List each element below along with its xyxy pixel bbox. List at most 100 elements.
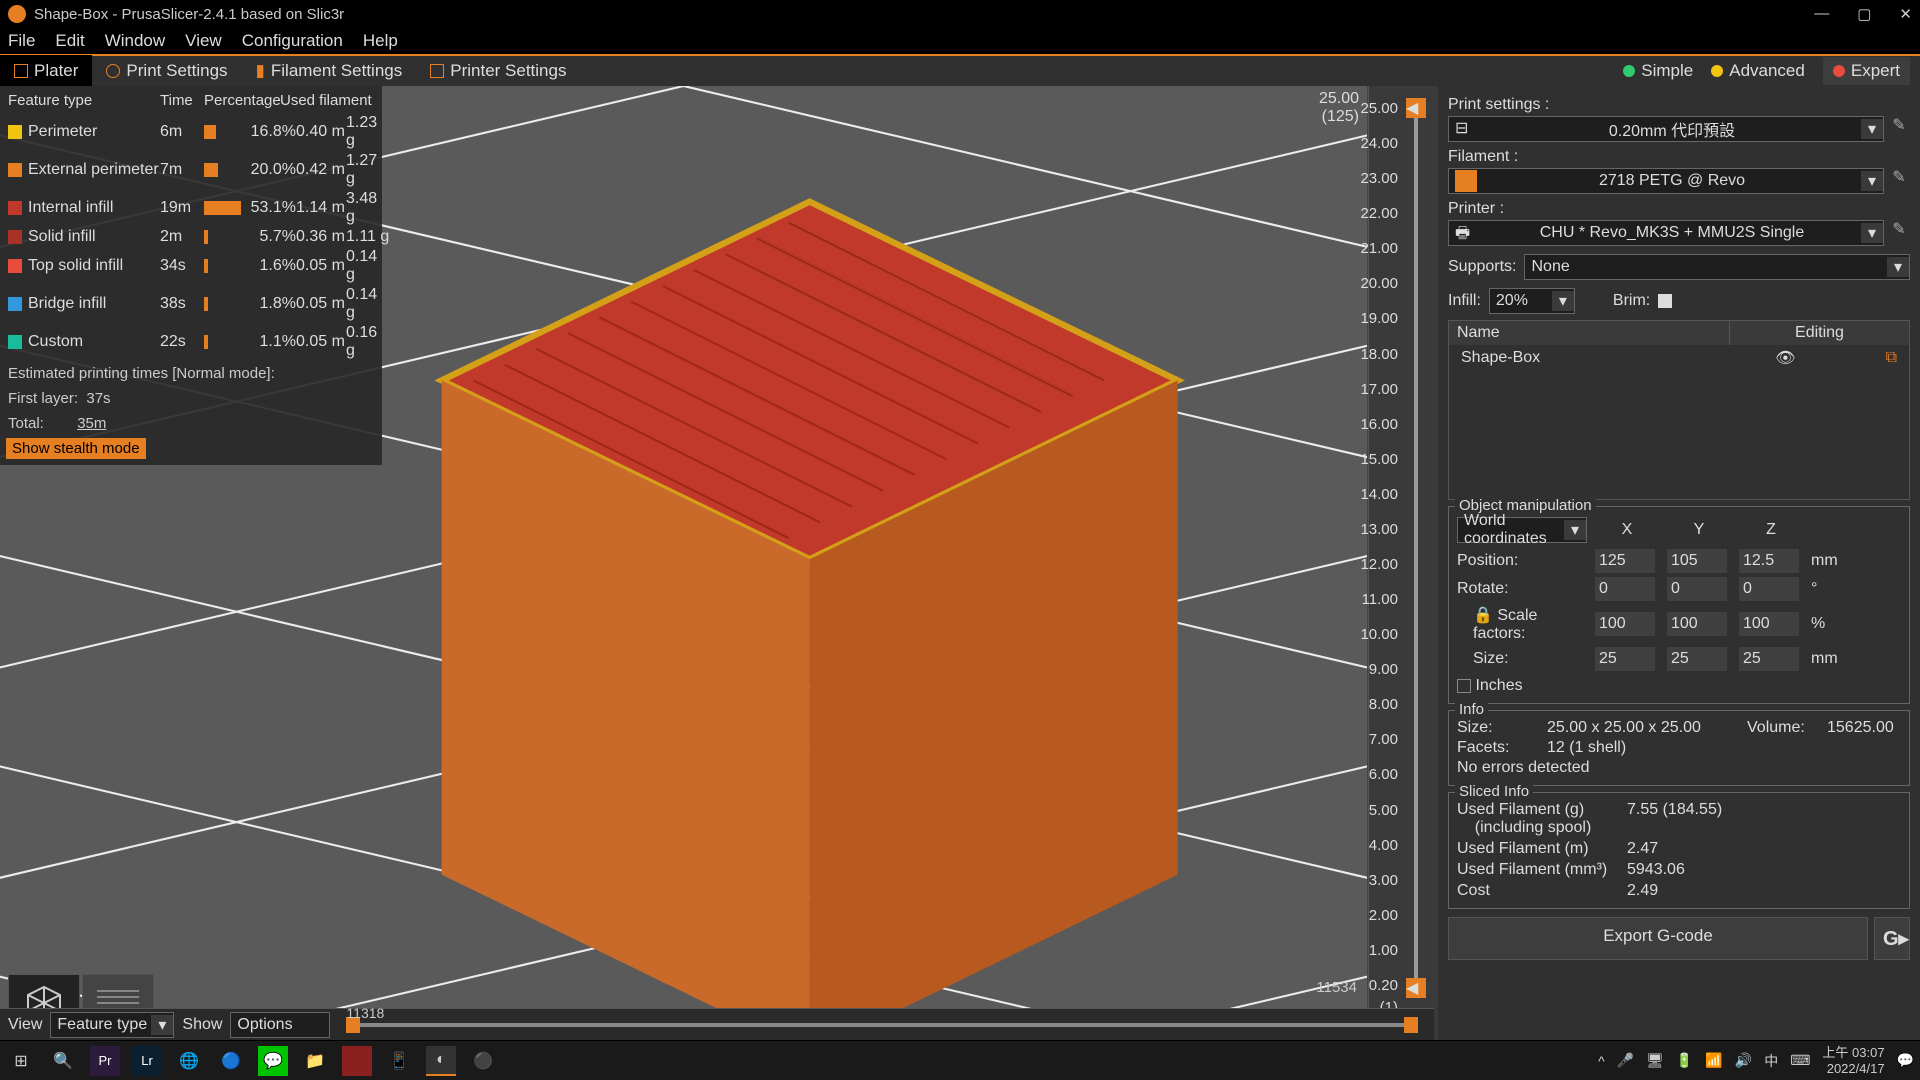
minimize-button[interactable]: — [1814, 5, 1829, 23]
tray-display-icon[interactable]: 🖥 [1646, 1052, 1664, 1069]
tray-volume-icon[interactable]: 🔊 [1735, 1052, 1752, 1069]
coords-select[interactable]: World coordinates▾ [1457, 517, 1587, 543]
brim-checkbox[interactable] [1658, 294, 1672, 308]
menu-edit[interactable]: Edit [55, 31, 84, 51]
printer-select[interactable]: 🖶 CHU * Revo_MK3S + MMU2S Single▾ [1448, 220, 1884, 246]
size-z[interactable] [1739, 647, 1799, 671]
legend-row[interactable]: Bridge infill38s1.8%0.05 m0.14 g [4, 285, 378, 323]
slider-end-value: 11534 [1316, 979, 1357, 996]
legend-row[interactable]: Solid infill2m5.7%0.36 m1.11 g [4, 227, 378, 247]
object-row[interactable]: Shape-Box 👁 ⧉ [1449, 345, 1909, 371]
filament-select[interactable]: 2718 PETG @ Revo▾ [1448, 168, 1884, 194]
app-icon-2[interactable] [342, 1046, 372, 1076]
premiere-icon[interactable]: Pr [90, 1046, 120, 1076]
size-x[interactable] [1595, 647, 1655, 671]
col-pct: Percentage [204, 92, 280, 109]
lightroom-icon[interactable]: Lr [132, 1046, 162, 1076]
printer-icon: 🖶 [1455, 222, 1477, 244]
menu-help[interactable]: Help [363, 31, 398, 51]
tab-filament-settings[interactable]: ▮Filament Settings [242, 55, 417, 87]
toolbar: Plater Print Settings ▮Filament Settings… [0, 54, 1920, 86]
right-panel: Print settings : ⊟ 0.20mm 代印預設▾ ✎ Filame… [1438, 86, 1920, 1040]
scale-y[interactable] [1667, 612, 1727, 636]
inches-checkbox[interactable] [1457, 679, 1471, 693]
print-settings-select[interactable]: ⊟ 0.20mm 代印預設▾ [1448, 116, 1884, 142]
legend-row[interactable]: Custom22s1.1%0.05 m0.16 g [4, 323, 378, 361]
explorer-icon[interactable]: 📁 [300, 1046, 330, 1076]
rot-z[interactable] [1739, 577, 1799, 601]
layers-icon: ⊟ [1455, 118, 1477, 140]
menu-configuration[interactable]: Configuration [242, 31, 343, 51]
pos-y[interactable] [1667, 549, 1727, 573]
col-used: Used filament [280, 92, 380, 109]
bottom-toolbar: View Feature type▾ Show Options 11318 [0, 1008, 1434, 1040]
edit-object-icon[interactable]: ⧉ [1886, 349, 1897, 367]
supports-select[interactable]: None▾ [1524, 254, 1910, 280]
scale-z[interactable] [1739, 612, 1799, 636]
legend-row[interactable]: Top solid infill34s1.6%0.05 m0.14 g [4, 247, 378, 285]
rot-y[interactable] [1667, 577, 1727, 601]
menu-window[interactable]: Window [105, 31, 165, 51]
slider-handle-bottom[interactable]: ◀ [1406, 978, 1426, 998]
3d-viewport[interactable]: Feature type Time Percentage Used filame… [0, 86, 1368, 1040]
tab-plater[interactable]: Plater [0, 55, 92, 87]
object-list: Name Editing Shape-Box 👁 ⧉ [1448, 320, 1910, 500]
clock[interactable]: 上午 03:072022/4/17 [1822, 1045, 1884, 1076]
obs-icon[interactable]: ⚫ [468, 1046, 498, 1076]
notifications-icon[interactable]: 💬 [1897, 1052, 1914, 1069]
pos-z[interactable] [1739, 549, 1799, 573]
layer-slider[interactable]: ◀ ◀ 25.0024.0023.0022.0021.0020.0019.001… [1368, 86, 1438, 1040]
tray-mic-icon[interactable]: 🎤 [1617, 1052, 1634, 1069]
close-button[interactable]: ✕ [1899, 5, 1912, 23]
window-title: Shape-Box - PrusaSlicer-2.4.1 based on S… [34, 6, 344, 23]
tab-printer-settings[interactable]: Printer Settings [416, 55, 580, 87]
edit-print-icon[interactable]: ✎ [1888, 114, 1910, 136]
app-icon-3[interactable]: 📱 [384, 1046, 414, 1076]
show-select[interactable]: Options [230, 1012, 330, 1038]
show-stealth-button[interactable]: Show stealth mode [6, 438, 146, 459]
col-time: Time [160, 92, 204, 109]
export-menu-button[interactable]: G▸ [1874, 917, 1910, 960]
scale-x[interactable] [1595, 612, 1655, 636]
start-button[interactable]: ⊞ [6, 1046, 36, 1076]
col-feature: Feature type [8, 92, 160, 109]
hslider-handle-right[interactable] [1404, 1017, 1418, 1033]
rot-x[interactable] [1595, 577, 1655, 601]
maximize-button[interactable]: ▢ [1857, 5, 1871, 23]
app-icon [8, 5, 26, 23]
pos-x[interactable] [1595, 549, 1655, 573]
tray-up-icon[interactable]: ^ [1598, 1053, 1605, 1069]
line-icon[interactable]: 💬 [258, 1046, 288, 1076]
mode-simple[interactable]: Simple [1623, 61, 1693, 81]
est-times-label: Estimated printing times [Normal mode]: [4, 361, 378, 386]
infill-select[interactable]: 20%▾ [1489, 288, 1575, 314]
windows-taskbar: ⊞ 🔍 Pr Lr 🌐 🔵 💬 📁 📱 ◐ ⚫ ^ 🎤 🖥 🔋 📶 🔊 中 ⌨ … [0, 1040, 1920, 1080]
tray-keyboard-icon[interactable]: ⌨ [1790, 1052, 1810, 1069]
view-select[interactable]: Feature type▾ [50, 1012, 174, 1038]
horizontal-slider[interactable]: 11318 [346, 1023, 1418, 1027]
search-icon[interactable]: 🔍 [48, 1046, 78, 1076]
menubar: File Edit Window View Configuration Help [0, 28, 1920, 54]
export-gcode-button[interactable]: Export G-code [1448, 917, 1868, 960]
mode-expert[interactable]: Expert [1823, 57, 1910, 85]
legend-row[interactable]: Internal infill19m53.1%1.14 m3.48 g [4, 189, 378, 227]
menu-view[interactable]: View [185, 31, 222, 51]
edit-printer-icon[interactable]: ✎ [1888, 218, 1910, 240]
chrome-icon[interactable]: 🌐 [174, 1046, 204, 1076]
app-icon-1[interactable]: 🔵 [216, 1046, 246, 1076]
tab-print-settings[interactable]: Print Settings [92, 55, 241, 87]
tray-wifi-icon[interactable]: 📶 [1705, 1052, 1722, 1069]
slider-handle-top[interactable]: ◀ [1406, 98, 1426, 118]
titlebar: Shape-Box - PrusaSlicer-2.4.1 based on S… [0, 0, 1920, 28]
tray-battery-icon[interactable]: 🔋 [1676, 1052, 1693, 1069]
tray-ime[interactable]: 中 [1764, 1051, 1778, 1071]
edit-filament-icon[interactable]: ✎ [1888, 166, 1910, 188]
legend-row[interactable]: Perimeter6m16.8%0.40 m1.23 g [4, 113, 378, 151]
filament-color-swatch [1455, 170, 1477, 192]
visibility-icon[interactable]: 👁 [1775, 348, 1795, 368]
legend-row[interactable]: External perimeter7m20.0%0.42 m1.27 g [4, 151, 378, 189]
prusaslicer-taskbar-icon[interactable]: ◐ [426, 1046, 456, 1076]
mode-advanced[interactable]: Advanced [1711, 61, 1805, 81]
menu-file[interactable]: File [8, 31, 35, 51]
size-y[interactable] [1667, 647, 1727, 671]
